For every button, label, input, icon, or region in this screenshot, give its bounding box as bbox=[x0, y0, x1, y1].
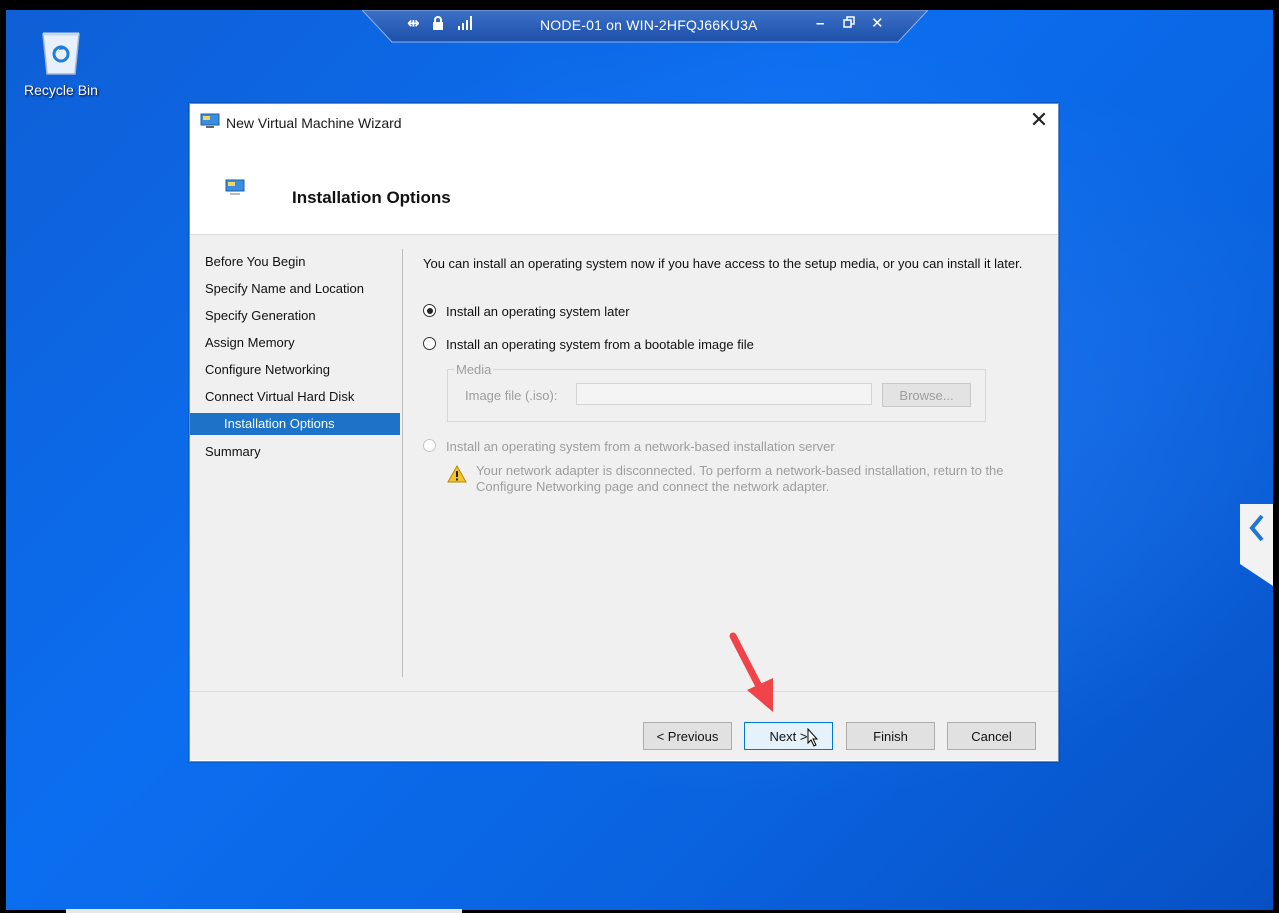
nav-step-installation-options[interactable]: Installation Options bbox=[190, 413, 400, 435]
minimize-icon[interactable]: – bbox=[816, 16, 824, 32]
wizard-footer: < Previous Next > Finish Cancel bbox=[190, 692, 1058, 760]
connection-title: NODE-01 on WIN-2HFQJ66KU3A bbox=[540, 17, 758, 33]
wizard-steps-nav: Before You Begin Specify Name and Locati… bbox=[190, 235, 400, 676]
radio-install-network[interactable] bbox=[423, 439, 436, 452]
wizard-header: Installation Options bbox=[190, 140, 1058, 235]
warning-text: Your network adapter is disconnected. To… bbox=[476, 463, 1004, 494]
page-icon bbox=[224, 178, 248, 201]
warning-icon bbox=[447, 464, 467, 488]
browse-button[interactable]: Browse... bbox=[882, 383, 971, 407]
taskbar-edge bbox=[66, 909, 462, 913]
wizard-body: Before You Begin Specify Name and Locati… bbox=[190, 235, 1058, 691]
remote-connection-bar[interactable]: ⇹ NODE-01 on WIN-2HFQJ66KU3A – ✕ bbox=[362, 10, 928, 52]
nav-step-configure-networking[interactable]: Configure Networking bbox=[190, 359, 400, 381]
nav-step-connect-vhd[interactable]: Connect Virtual Hard Disk bbox=[190, 386, 400, 408]
hyperv-app-icon bbox=[200, 113, 220, 134]
page-title: Installation Options bbox=[292, 188, 451, 207]
desktop: Recycle Bin ⇹ NODE-01 on WIN-2HFQJ66KU3A… bbox=[6, 10, 1273, 910]
nav-step-specify-name[interactable]: Specify Name and Location bbox=[190, 278, 400, 300]
title-bar[interactable]: New Virtual Machine Wizard ✕ bbox=[190, 104, 1058, 140]
close-icon[interactable]: ✕ bbox=[871, 16, 884, 32]
finish-button[interactable]: Finish bbox=[846, 722, 935, 750]
intro-text: You can install an operating system now … bbox=[423, 256, 1023, 271]
media-group: Media Image file (.iso): Browse... bbox=[447, 362, 986, 422]
recycle-bin-icon bbox=[39, 28, 83, 76]
dialog-title: New Virtual Machine Wizard bbox=[226, 115, 402, 131]
nav-step-before-you-begin[interactable]: Before You Begin bbox=[190, 251, 400, 273]
cancel-button[interactable]: Cancel bbox=[947, 722, 1036, 750]
new-vm-wizard-dialog: New Virtual Machine Wizard ✕ Installatio… bbox=[189, 103, 1059, 762]
mouse-cursor-icon bbox=[807, 728, 819, 747]
nav-step-specify-generation[interactable]: Specify Generation bbox=[190, 305, 400, 327]
pin-icon[interactable]: ⇹ bbox=[407, 16, 420, 32]
radio-install-from-image[interactable] bbox=[423, 337, 436, 350]
image-file-label: Image file (.iso): bbox=[465, 388, 558, 403]
media-legend: Media bbox=[454, 362, 494, 377]
nav-step-summary[interactable]: Summary bbox=[190, 441, 400, 463]
side-panel-handle[interactable] bbox=[1240, 504, 1273, 586]
annotation-arrow-icon bbox=[729, 632, 773, 712]
image-file-input[interactable] bbox=[576, 383, 872, 405]
recycle-bin-label: Recycle Bin bbox=[24, 82, 98, 98]
nav-divider bbox=[402, 249, 403, 677]
recycle-bin[interactable]: Recycle Bin bbox=[16, 20, 106, 98]
dialog-close-button[interactable]: ✕ bbox=[1028, 109, 1050, 132]
radio-install-later[interactable] bbox=[423, 304, 436, 317]
previous-button[interactable]: < Previous bbox=[643, 722, 732, 750]
nav-step-assign-memory[interactable]: Assign Memory bbox=[190, 332, 400, 354]
